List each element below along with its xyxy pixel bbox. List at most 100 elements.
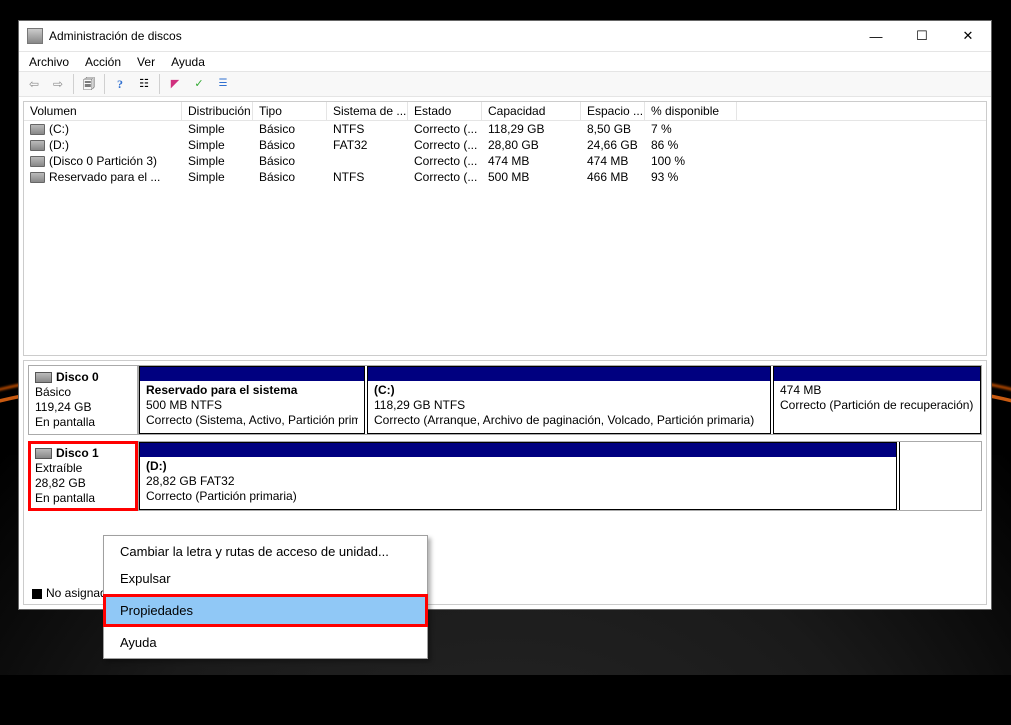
action-icon[interactable]: ◤ [164,73,186,95]
ctx-separator [110,594,421,595]
cell-estado: Correcto (... [408,153,482,169]
ctx-properties[interactable]: Propiedades [106,597,425,624]
cell-sistema: NTFS [327,121,408,137]
cell-porcentaje: 86 % [645,137,737,153]
disk-0-name: Disco 0 [35,370,131,385]
app-icon [27,28,43,44]
menu-accion[interactable]: Acción [77,54,129,70]
cell-sistema: NTFS [327,169,408,185]
col-porcentaje[interactable]: % disponible [645,102,737,120]
cell-volumen: Reservado para el ... [24,169,182,185]
legend-unallocated: No asignado [32,586,113,600]
partition-header [140,443,896,457]
partition-title: (C:) [374,383,764,398]
volume-list-header[interactable]: Volumen Distribución Tipo Sistema de ...… [24,102,986,121]
partition-state: Correcto (Partición de recuperación) [780,398,974,413]
disk-1-size: 28,82 GB [35,476,131,491]
col-espacio[interactable]: Espacio ... [581,102,645,120]
partition-size: 500 MB NTFS [146,398,358,413]
disk-1-partitions: (D:) 28,82 GB FAT32 Correcto (Partición … [138,441,982,511]
partition-header [140,367,364,381]
partition-c[interactable]: (C:) 118,29 GB NTFS Correcto (Arranque, … [367,366,771,434]
disk-0-label[interactable]: Disco 0 Básico 119,24 GB En pantalla [28,365,138,435]
partition-size: 28,82 GB FAT32 [146,474,890,489]
volume-row[interactable]: Reservado para el ...SimpleBásicoNTFSCor… [24,169,986,185]
cell-espacio: 474 MB [581,153,645,169]
legend-swatch [32,589,42,599]
table-icon[interactable]: ☷ [133,73,155,95]
disk-0-row: Disco 0 Básico 119,24 GB En pantalla Res… [28,365,982,435]
volume-list[interactable]: Volumen Distribución Tipo Sistema de ...… [23,101,987,356]
disk-1-name: Disco 1 [35,446,131,461]
menu-ayuda[interactable]: Ayuda [163,54,213,70]
titlebar[interactable]: Administración de discos — ☐ ✕ [19,21,991,51]
col-distribucion[interactable]: Distribución [182,102,253,120]
cell-distribucion: Simple [182,153,253,169]
partition-title: Reservado para el sistema [146,383,358,398]
maximize-button[interactable]: ☐ [899,21,945,51]
toolbar-separator [73,74,74,94]
cell-distribucion: Simple [182,169,253,185]
minimize-button[interactable]: — [853,21,899,51]
cell-tipo: Básico [253,153,327,169]
cell-sistema [327,153,408,169]
properties-icon[interactable]: 🗐 [78,73,100,95]
partition-reserved[interactable]: Reservado para el sistema 500 MB NTFS Co… [139,366,365,434]
volume-row[interactable]: (D:)SimpleBásicoFAT32Correcto (...28,80 … [24,137,986,153]
partition-size: 474 MB [780,383,974,398]
col-estado[interactable]: Estado [408,102,482,120]
cell-tipo: Básico [253,137,327,153]
disk-0-partitions: Reservado para el sistema 500 MB NTFS Co… [138,365,982,435]
ctx-eject[interactable]: Expulsar [106,565,425,592]
close-button[interactable]: ✕ [945,21,991,51]
cell-volumen: (Disco 0 Partición 3) [24,153,182,169]
ctx-change-letter[interactable]: Cambiar la letra y rutas de acceso de un… [106,538,425,565]
menu-ver[interactable]: Ver [129,54,163,70]
cell-capacidad: 500 MB [482,169,581,185]
disk-1-label[interactable]: Disco 1 Extraíble 28,82 GB En pantalla [28,441,138,511]
menubar: Archivo Acción Ver Ayuda [19,51,991,71]
ctx-help[interactable]: Ayuda [106,629,425,656]
cell-volumen: (C:) [24,121,182,137]
ctx-separator [110,626,421,627]
volume-row[interactable]: (C:)SimpleBásicoNTFSCorrecto (...118,29 … [24,121,986,137]
forward-button[interactable]: ⇨ [47,73,69,95]
menu-archivo[interactable]: Archivo [21,54,77,70]
cell-espacio: 8,50 GB [581,121,645,137]
cell-porcentaje: 93 % [645,169,737,185]
disk-1-row: Disco 1 Extraíble 28,82 GB En pantalla (… [28,441,982,511]
cell-porcentaje: 7 % [645,121,737,137]
toolbar-separator [159,74,160,94]
col-tipo[interactable]: Tipo [253,102,327,120]
partition-title: (D:) [146,459,890,474]
window-title: Administración de discos [49,29,853,43]
partition-empty [899,442,981,510]
col-capacidad[interactable]: Capacidad [482,102,581,120]
col-sistema[interactable]: Sistema de ... [327,102,408,120]
check-icon[interactable]: ✓ [188,73,210,95]
partition-recovery[interactable]: 474 MB Correcto (Partición de recuperaci… [773,366,981,434]
help-icon[interactable]: ? [109,73,131,95]
cell-estado: Correcto (... [408,121,482,137]
col-volumen[interactable]: Volumen [24,102,182,120]
volume-row[interactable]: (Disco 0 Partición 3)SimpleBásico Correct… [24,153,986,169]
partition-state: Correcto (Sistema, Activo, Partición pri… [146,413,358,428]
disk-0-type: Básico [35,385,131,400]
disk-0-state: En pantalla [35,415,131,430]
partition-header [774,367,980,381]
list-icon[interactable]: ☰ [212,73,234,95]
cell-distribucion: Simple [182,137,253,153]
cell-espacio: 24,66 GB [581,137,645,153]
disk-1-state: En pantalla [35,491,131,506]
cell-tipo: Básico [253,169,327,185]
cell-capacidad: 28,80 GB [482,137,581,153]
cell-distribucion: Simple [182,121,253,137]
partition-d[interactable]: (D:) 28,82 GB FAT32 Correcto (Partición … [139,442,897,510]
back-button[interactable]: ⇦ [23,73,45,95]
partition-size: 118,29 GB NTFS [374,398,764,413]
partition-header [368,367,770,381]
disk-management-window: Administración de discos — ☐ ✕ Archivo A… [18,20,992,610]
partition-state: Correcto (Partición primaria) [146,489,890,504]
partition-state: Correcto (Arranque, Archivo de paginació… [374,413,764,428]
cell-espacio: 466 MB [581,169,645,185]
